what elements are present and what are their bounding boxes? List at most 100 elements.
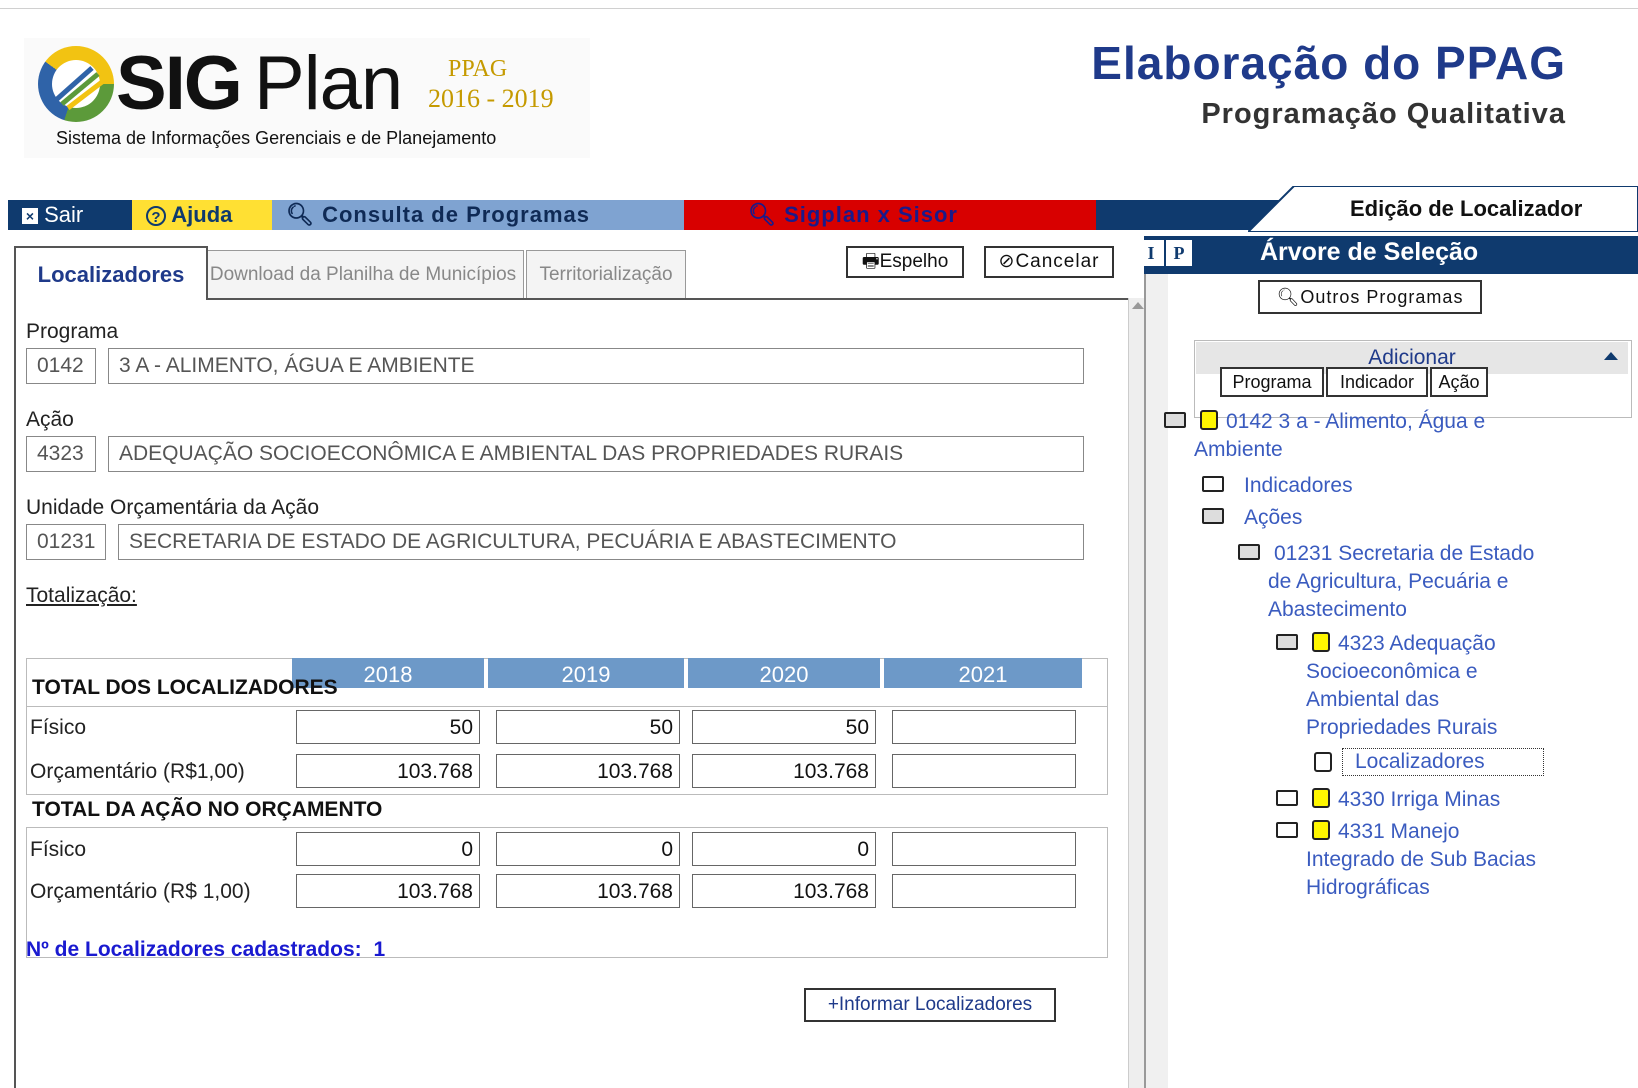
espelho-button[interactable]: 🖶Espelho bbox=[846, 246, 964, 278]
add-programa-button[interactable]: Programa bbox=[1220, 367, 1324, 397]
cancelar-label: Cancelar bbox=[1015, 251, 1100, 272]
programa-name-field[interactable]: 3 A - ALIMENTO, ÁGUA E AMBIENTE bbox=[108, 348, 1084, 384]
tab-download-planilha[interactable]: Download da Planilha de Municípios bbox=[202, 250, 524, 298]
informar-localizadores-button[interactable]: +Informar Localizadores bbox=[804, 988, 1056, 1022]
outros-programas-button[interactable]: 🔍︎Outros Programas bbox=[1258, 280, 1482, 314]
year-header: 2019 bbox=[488, 658, 684, 688]
ajuda-menu-item[interactable]: ? Ajuda bbox=[132, 200, 272, 230]
collapse-up-icon[interactable] bbox=[1604, 352, 1618, 360]
top-divider bbox=[0, 8, 1638, 9]
year-header: 2021 bbox=[884, 658, 1082, 688]
scroll-up-arrow-icon[interactable] bbox=[1132, 302, 1144, 309]
close-box-icon: × bbox=[22, 208, 38, 225]
search-icon: 🔍︎ bbox=[748, 202, 777, 227]
sair-menu-item[interactable]: × Sair bbox=[8, 200, 132, 230]
row-label: Físico bbox=[30, 716, 87, 739]
tab-territorializacao[interactable]: Territorialização bbox=[526, 250, 686, 298]
tree-node-acao-4331-3[interactable]: Hidrográficas bbox=[1306, 876, 1430, 900]
year-header: 2020 bbox=[688, 658, 880, 688]
table-cell[interactable] bbox=[892, 754, 1076, 788]
folder-closed-icon[interactable] bbox=[1276, 822, 1298, 838]
help-icon: ? bbox=[146, 206, 166, 227]
table-cell[interactable] bbox=[892, 874, 1076, 908]
folder-open-icon[interactable] bbox=[1164, 412, 1186, 428]
logo-stripes-icon bbox=[54, 66, 104, 110]
table-cell[interactable]: 0 bbox=[296, 832, 480, 866]
count-value: 1 bbox=[373, 938, 386, 961]
section-total-localizadores: TOTAL DOS LOCALIZADORES bbox=[32, 676, 338, 699]
folder-open-icon[interactable] bbox=[1202, 508, 1224, 524]
action-doc-icon bbox=[1312, 820, 1330, 840]
folder-open-icon[interactable] bbox=[1276, 634, 1298, 650]
search-icon: 🔍︎ bbox=[286, 202, 315, 227]
arvore-title: Árvore de Seleção bbox=[1260, 238, 1479, 266]
tab-localizadores[interactable]: Localizadores bbox=[14, 246, 208, 300]
p-button[interactable]: P bbox=[1166, 240, 1192, 266]
acao-label: Ação bbox=[26, 408, 74, 431]
programa-label: Programa bbox=[26, 320, 119, 343]
acao-name-field[interactable]: ADEQUAÇÃO SOCIOECONÔMICA E AMBIENTAL DAS… bbox=[108, 436, 1084, 472]
tree-node-acao-4323-3[interactable]: Ambiental das bbox=[1306, 688, 1439, 712]
row-label: Orçamentário (R$ 1,00) bbox=[30, 880, 251, 903]
logo-ppag: PPAG bbox=[448, 56, 508, 82]
table-cell[interactable]: 103.768 bbox=[296, 754, 480, 788]
logo-text-plan: Plan bbox=[254, 41, 403, 126]
table-cell[interactable] bbox=[892, 832, 1076, 866]
tree-node-unidade-3[interactable]: Abastecimento bbox=[1268, 598, 1407, 622]
table-cell[interactable]: 103.768 bbox=[692, 754, 876, 788]
tree-node-programa[interactable]: 0142 3 a - Alimento, Água e bbox=[1226, 410, 1485, 434]
row-label: Físico bbox=[30, 838, 87, 861]
add-indicador-button[interactable]: Indicador bbox=[1326, 367, 1428, 397]
edicao-localizador-tab[interactable]: Edição de Localizador bbox=[1350, 196, 1582, 222]
totalizacao-label: Totalização: bbox=[26, 584, 137, 607]
table-cell[interactable] bbox=[892, 710, 1076, 744]
row-label: Orçamentário (R$1,00) bbox=[30, 760, 245, 783]
table-cell[interactable]: 103.768 bbox=[496, 754, 680, 788]
section-total-acao-orcamento: TOTAL DA AÇÃO NO ORÇAMENTO bbox=[32, 798, 383, 821]
localizador-icon bbox=[1314, 752, 1332, 772]
tree-node-unidade[interactable]: 01231 Secretaria de Estado bbox=[1274, 542, 1534, 566]
add-acao-button[interactable]: Ação bbox=[1430, 367, 1488, 397]
table-cell[interactable]: 50 bbox=[692, 710, 876, 744]
tree-node-localizadores[interactable]: Localizadores bbox=[1342, 748, 1544, 776]
tree-node-acao-4323[interactable]: 4323 Adequação bbox=[1338, 632, 1496, 656]
unidade-name-field[interactable]: SECRETARIA DE ESTADO DE AGRICULTURA, PEC… bbox=[118, 524, 1084, 560]
acao-code-field[interactable]: 4323 bbox=[26, 436, 96, 472]
action-doc-icon bbox=[1312, 788, 1330, 808]
table-cell[interactable]: 103.768 bbox=[296, 874, 480, 908]
programa-code-field[interactable]: 0142 bbox=[26, 348, 96, 384]
unidade-label: Unidade Orçamentária da Ação bbox=[26, 496, 320, 519]
folder-closed-icon[interactable] bbox=[1202, 476, 1224, 492]
table-cell[interactable]: 103.768 bbox=[496, 874, 680, 908]
cancel-icon: ⊘ bbox=[998, 251, 1016, 272]
consulta-label: Consulta de Programas bbox=[322, 202, 591, 227]
logo-subtitle: Sistema de Informações Gerenciais e de P… bbox=[56, 128, 497, 148]
localizadores-count: Nº de Localizadores cadastrados: 1 bbox=[26, 938, 385, 962]
tree-node-acao-4323-2[interactable]: Socioeconômica e bbox=[1306, 660, 1478, 684]
table-cell[interactable]: 103.768 bbox=[692, 874, 876, 908]
table-cell[interactable]: 0 bbox=[496, 832, 680, 866]
cancelar-button[interactable]: ⊘Cancelar bbox=[984, 246, 1114, 278]
page-title: Elaboração do PPAG bbox=[1091, 37, 1566, 89]
table-cell[interactable]: 50 bbox=[296, 710, 480, 744]
unidade-code-field[interactable]: 01231 bbox=[26, 524, 106, 560]
tree-node-acao-4323-4[interactable]: Propriedades Rurais bbox=[1306, 716, 1497, 740]
folder-closed-icon[interactable] bbox=[1276, 790, 1298, 806]
table-cell[interactable]: 0 bbox=[692, 832, 876, 866]
tree-node-programa-cont[interactable]: Ambiente bbox=[1194, 438, 1283, 462]
tree-node-indicadores[interactable]: Indicadores bbox=[1244, 474, 1353, 498]
sigplan-label: Sigplan x Sisor bbox=[784, 202, 958, 227]
table-cell[interactable]: 50 bbox=[496, 710, 680, 744]
program-doc-icon bbox=[1200, 410, 1218, 430]
sigplan-sisor-menu-item[interactable]: 🔍︎ Sigplan x Sisor bbox=[684, 200, 1096, 230]
tree-node-unidade-2[interactable]: de Agricultura, Pecuária e bbox=[1268, 570, 1508, 594]
folder-open-icon[interactable] bbox=[1238, 544, 1260, 560]
tree-node-acao-4331-2[interactable]: Integrado de Sub Bacias bbox=[1306, 848, 1536, 872]
consulta-programas-menu-item[interactable]: 🔍︎ Consulta de Programas bbox=[272, 200, 684, 230]
outros-label: Outros Programas bbox=[1300, 287, 1464, 307]
logo-text-sig: SIG bbox=[116, 41, 243, 126]
i-button[interactable]: I bbox=[1138, 240, 1164, 266]
tree-node-acao-4331[interactable]: 4331 Manejo bbox=[1338, 820, 1459, 844]
tree-node-acoes[interactable]: Ações bbox=[1244, 506, 1302, 530]
tree-node-acao-4330[interactable]: 4330 Irriga Minas bbox=[1338, 788, 1500, 812]
